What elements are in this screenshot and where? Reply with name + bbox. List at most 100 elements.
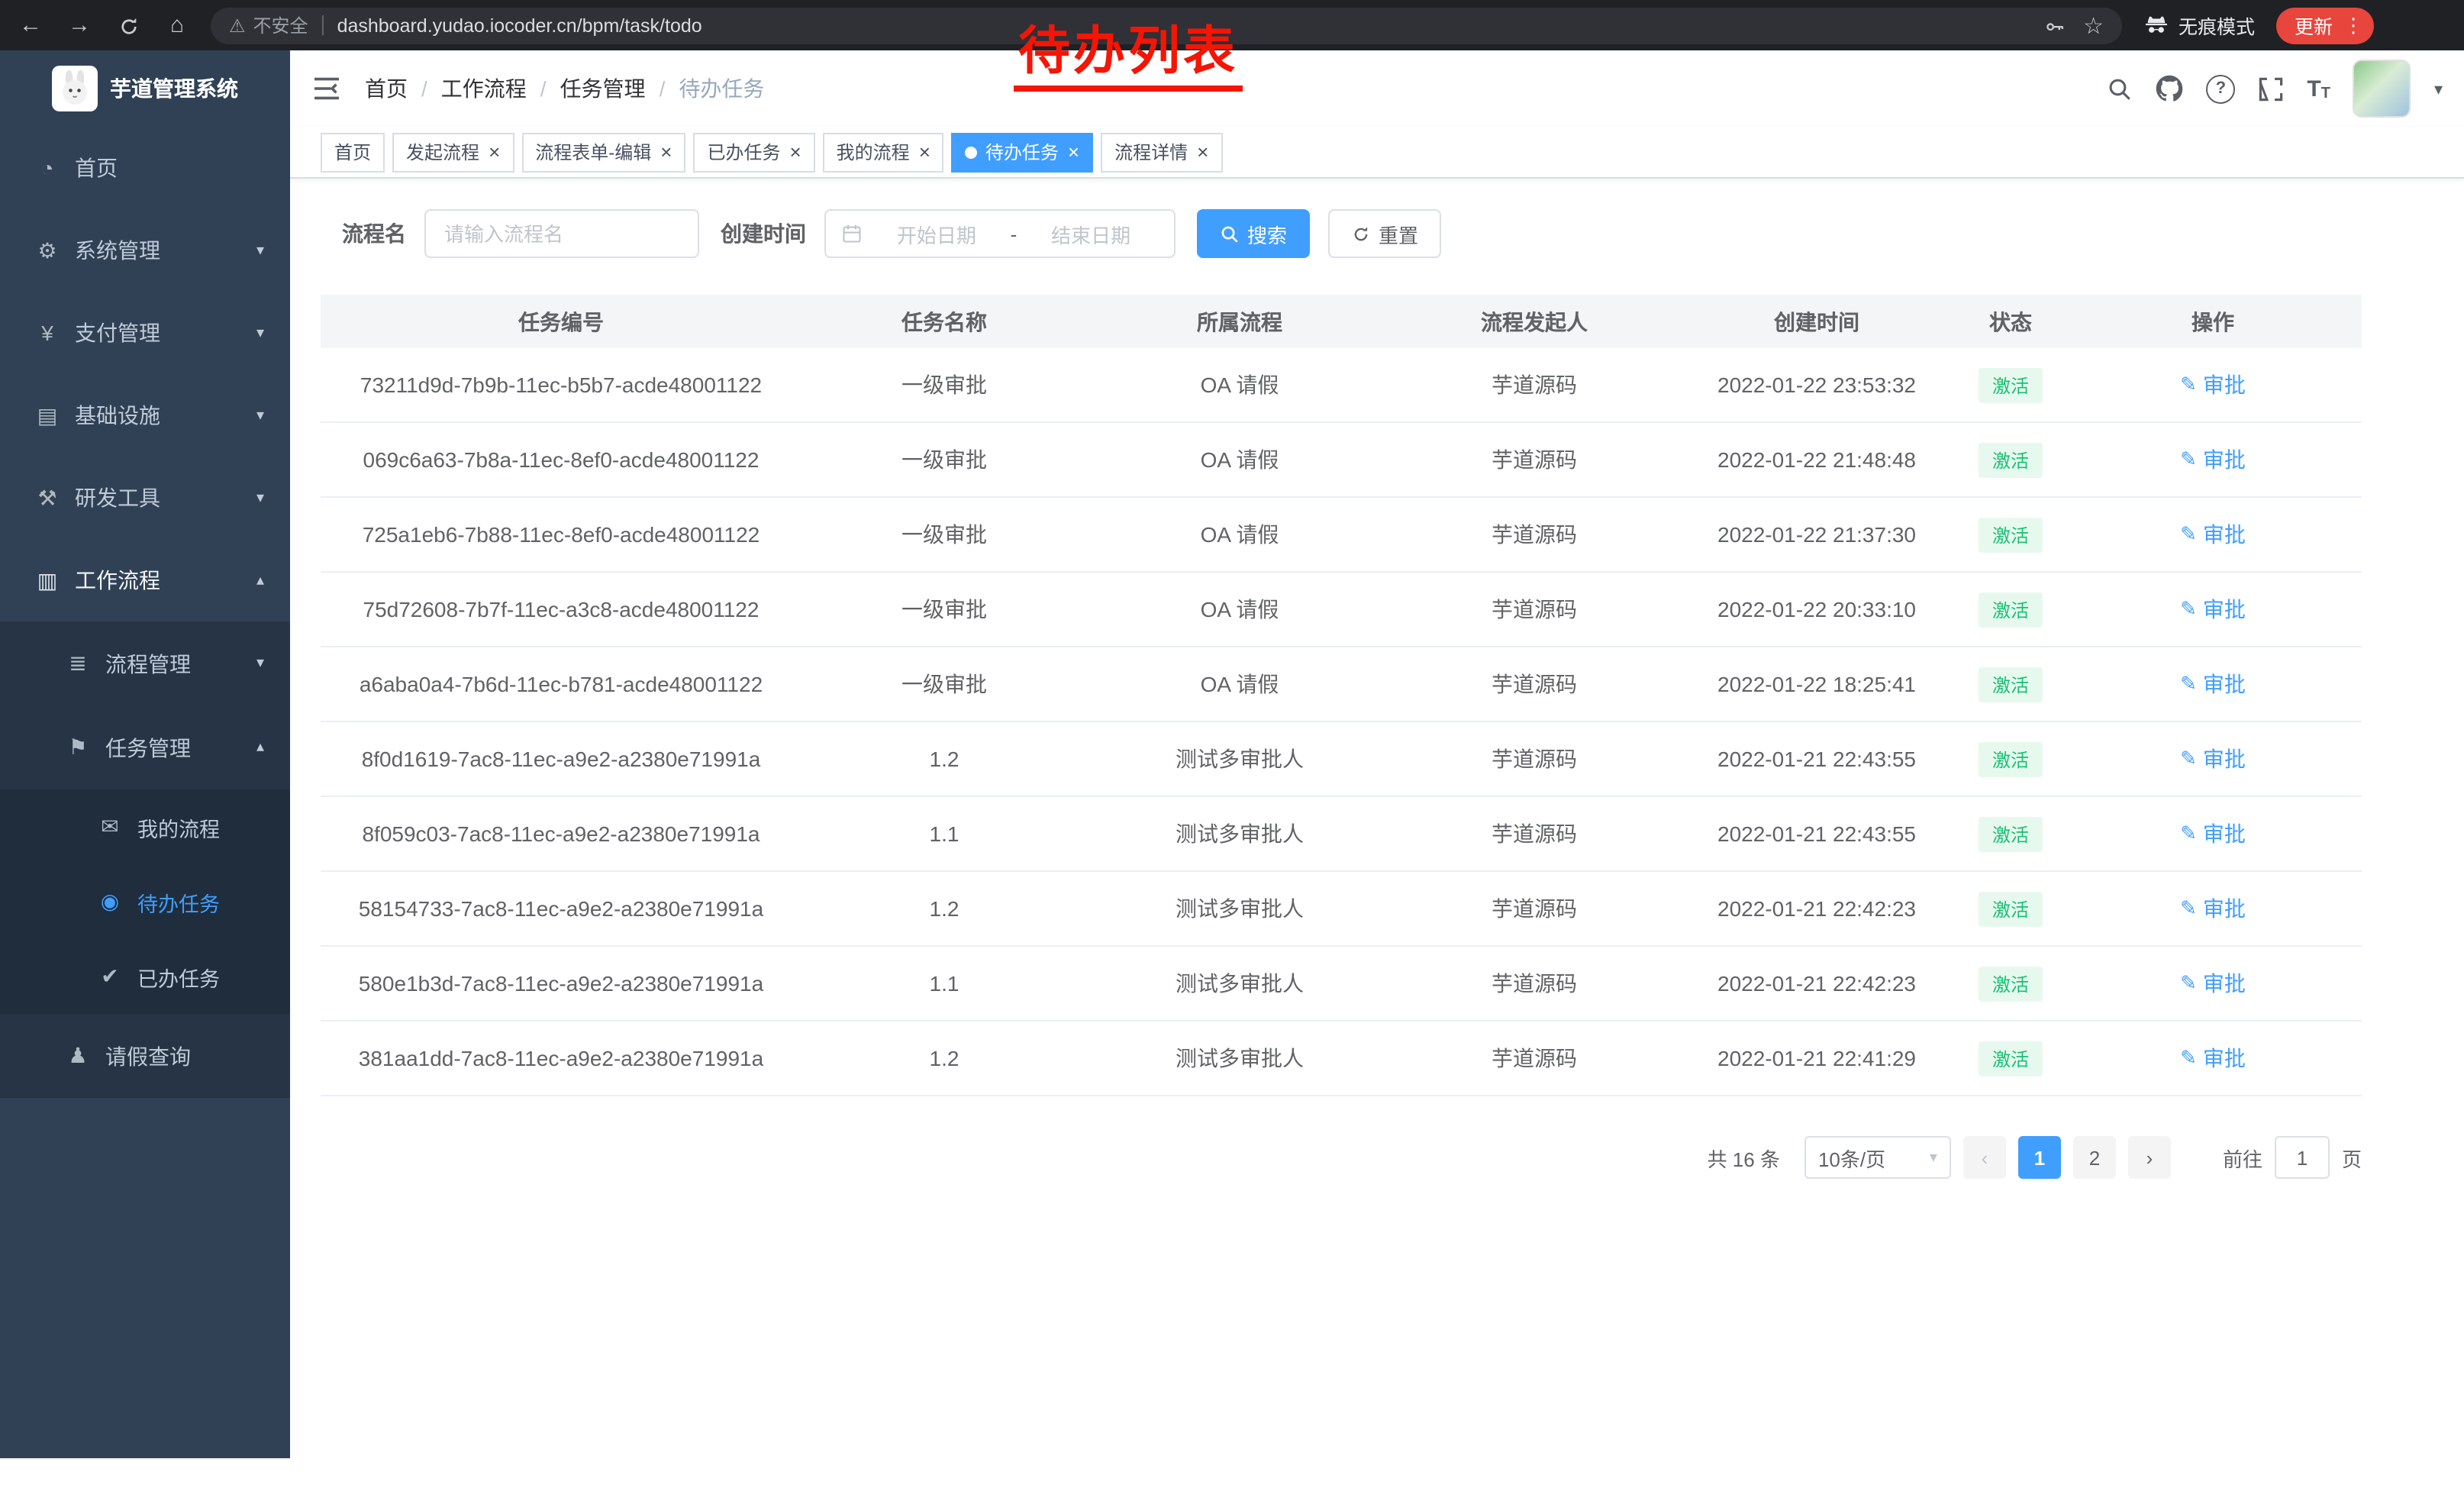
sidebar-item-payment-management[interactable]: ¥支付管理▾ <box>0 292 290 374</box>
close-icon[interactable]: × <box>660 142 672 162</box>
next-page-button[interactable]: › <box>2128 1136 2171 1179</box>
update-button[interactable]: 更新 ⋮ <box>2276 7 2374 44</box>
sidebar-item-dev-tools[interactable]: ⚒研发工具▾ <box>0 457 290 539</box>
status-badge: 激活 <box>1979 741 2043 776</box>
breadcrumb-item[interactable]: 任务管理 <box>560 73 646 104</box>
dashboard-icon: ◔ <box>31 156 64 180</box>
fullscreen-icon[interactable] <box>2258 76 2284 102</box>
initiator-cell: 芋道源码 <box>1392 573 1676 646</box>
process-cell: OA 请假 <box>1087 348 1392 421</box>
action-cell: ✎审批 <box>2064 797 2362 870</box>
sidebar-item-todo-tasks[interactable]: ◉待办任务 <box>0 864 290 939</box>
sidebar-item-my-processes[interactable]: ✉我的流程 <box>0 789 290 864</box>
tab-process-detail[interactable]: 流程详情 × <box>1101 132 1222 172</box>
status-cell: 激活 <box>1957 423 2064 496</box>
action-cell: ✎审批 <box>2064 1022 2362 1095</box>
url-text: dashboard.yudao.iocoder.cn/bpm/task/todo <box>337 15 702 36</box>
page-button-2[interactable]: 2 <box>2073 1136 2116 1179</box>
tab-my-processes[interactable]: 我的流程× <box>823 132 944 172</box>
bookmark-star-icon[interactable]: ☆ <box>2083 11 2104 39</box>
avatar-caret-icon[interactable]: ▾ <box>2434 79 2443 98</box>
breadcrumb-item[interactable]: 首页 <box>365 73 408 104</box>
page-size-select[interactable]: 10条/页 ▾ <box>1804 1136 1951 1179</box>
page-button-1[interactable]: 1 <box>2018 1136 2061 1179</box>
approve-link[interactable]: ✎审批 <box>2180 1043 2246 1073</box>
help-icon[interactable]: ? <box>2206 74 2235 103</box>
approve-label: 审批 <box>2203 968 2246 999</box>
process-cell: 测试多审批人 <box>1087 1022 1392 1095</box>
close-icon[interactable]: × <box>489 142 500 162</box>
approve-link[interactable]: ✎审批 <box>2180 968 2246 999</box>
filter-bar: 流程名 创建时间 开始日期 - 结束日期 搜索 <box>321 209 2433 258</box>
edit-icon: ✎ <box>2180 1046 2197 1070</box>
prev-page-button[interactable]: ‹ <box>1963 1136 2006 1179</box>
goto-page-input[interactable] <box>2275 1136 2330 1179</box>
initiator-cell: 芋道源码 <box>1392 947 1676 1020</box>
app-window: 芋道管理系统 ◔首页⚙系统管理▾¥支付管理▾▤基础设施▾⚒研发工具▾▥工作流程▴… <box>0 50 2464 1501</box>
edit-icon: ✎ <box>2180 373 2197 397</box>
sidebar-item-home[interactable]: ◔首页 <box>0 127 290 209</box>
close-icon[interactable]: × <box>1068 142 1079 162</box>
task-management-icon: ⚑ <box>61 734 95 760</box>
task-name-cell: 1.2 <box>801 722 1087 796</box>
tab-todo-tasks[interactable]: 待办任务 × <box>952 132 1093 172</box>
sidebar-item-done-tasks[interactable]: ✔已办任务 <box>0 939 290 1014</box>
approve-link[interactable]: ✎审批 <box>2180 744 2246 774</box>
sidebar-item-system-management[interactable]: ⚙系统管理▾ <box>0 209 290 292</box>
approve-label: 审批 <box>2203 818 2246 849</box>
reset-button[interactable]: 重置 <box>1328 209 1441 258</box>
approve-link[interactable]: ✎审批 <box>2180 370 2246 400</box>
initiator-cell: 芋道源码 <box>1392 1022 1676 1095</box>
sidebar-item-workflow[interactable]: ▥工作流程▴ <box>0 539 290 621</box>
github-icon[interactable] <box>2156 75 2183 102</box>
pagination: 共 16 条 10条/页 ▾ ‹12› 前往 页 <box>321 1136 2362 1179</box>
process-cell: OA 请假 <box>1087 498 1392 571</box>
sidebar-item-infrastructure[interactable]: ▤基础设施▾ <box>0 374 290 457</box>
password-key-icon[interactable] <box>2043 15 2065 36</box>
status-badge: 激活 <box>1979 816 2043 851</box>
approve-link[interactable]: ✎审批 <box>2180 818 2246 849</box>
task-id-cell: 580e1b3d-7ac8-11ec-a9e2-a2380e71991a <box>321 947 801 1020</box>
tab-form-edit[interactable]: 流程表单-编辑× <box>521 132 685 172</box>
sidebar-item-task-management[interactable]: ⚑任务管理▴ <box>0 705 290 789</box>
initiator-cell: 芋道源码 <box>1392 348 1676 421</box>
tab-start-process[interactable]: 发起流程× <box>392 132 514 172</box>
user-avatar[interactable] <box>2353 60 2411 118</box>
browser-home-button[interactable]: ⌂ <box>159 12 195 38</box>
warning-icon: ⚠ <box>229 15 246 36</box>
tab-home[interactable]: 首页 <box>321 132 385 172</box>
approve-link[interactable]: ✎审批 <box>2180 519 2246 550</box>
date-range-picker[interactable]: 开始日期 - 结束日期 <box>824 209 1176 258</box>
total-count-label: 共 16 条 <box>1708 1143 1780 1172</box>
sidebar-toggle-icon[interactable] <box>313 76 340 101</box>
browser-menu-icon[interactable]: ⋮ <box>2343 13 2363 37</box>
sidebar-item-process-management[interactable]: ≣流程管理▾ <box>0 621 290 705</box>
browser-reload-button[interactable] <box>110 12 147 38</box>
app-logo[interactable]: 芋道管理系统 <box>0 50 290 127</box>
browser-back-button[interactable]: ← <box>12 12 49 38</box>
browser-forward-button[interactable]: → <box>61 12 98 38</box>
chevron-down-icon: ▾ <box>256 324 264 341</box>
column-header: 任务名称 <box>801 295 1087 348</box>
sidebar-item-label: 请假查询 <box>105 1041 191 1071</box>
breadcrumb-separator: / <box>540 76 547 101</box>
approve-link[interactable]: ✎审批 <box>2180 893 2246 924</box>
breadcrumb-item[interactable]: 工作流程 <box>441 73 527 104</box>
font-size-icon[interactable]: TT <box>2307 76 2330 102</box>
close-icon[interactable]: × <box>789 142 801 162</box>
process-name-input[interactable] <box>424 209 699 258</box>
search-button[interactable]: 搜索 <box>1197 209 1310 258</box>
tab-label: 待办任务 <box>985 139 1059 165</box>
tab-label: 流程详情 <box>1114 139 1188 165</box>
search-icon[interactable] <box>2107 76 2133 102</box>
approve-link[interactable]: ✎审批 <box>2180 669 2246 699</box>
close-icon[interactable]: × <box>1197 142 1208 162</box>
chevron-up-icon: ▴ <box>256 572 264 589</box>
tab-done-tasks[interactable]: 已办任务× <box>693 132 814 172</box>
close-icon[interactable]: × <box>919 142 930 162</box>
approve-link[interactable]: ✎审批 <box>2180 594 2246 625</box>
process-cell: OA 请假 <box>1087 573 1392 646</box>
approve-link[interactable]: ✎审批 <box>2180 444 2246 475</box>
status-cell: 激活 <box>1957 722 2064 796</box>
sidebar-item-leave-query[interactable]: ♟请假查询 <box>0 1014 290 1098</box>
